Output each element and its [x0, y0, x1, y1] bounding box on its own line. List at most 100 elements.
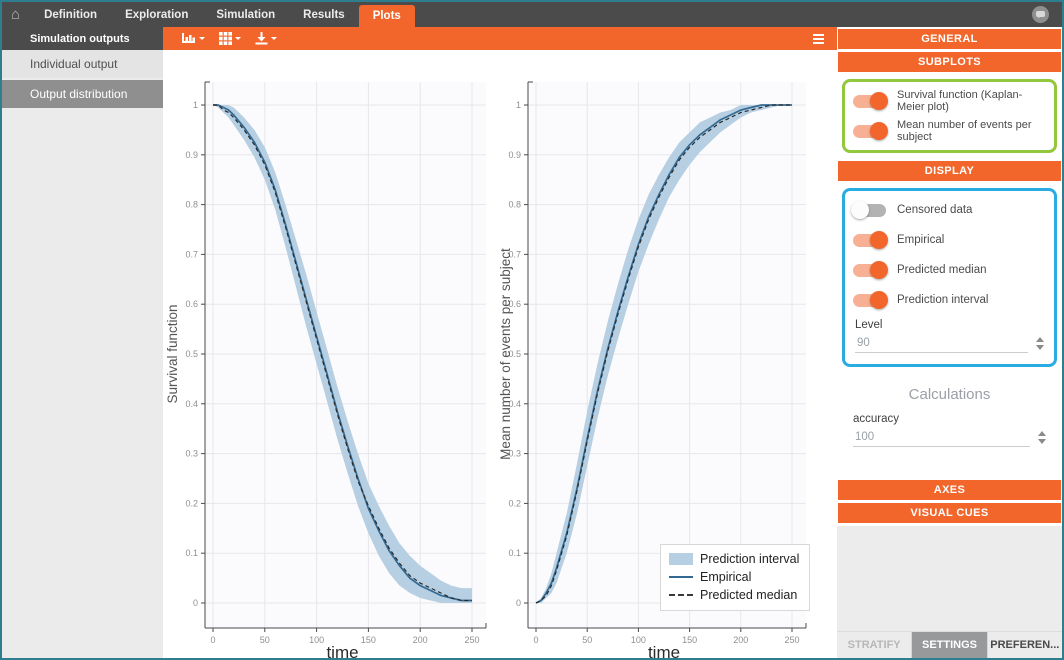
empirical-toggle[interactable]: [853, 234, 886, 247]
stepper-down-icon[interactable]: [1038, 439, 1046, 448]
toggle-label: Prediction interval: [897, 294, 988, 306]
svg-text:250: 250: [784, 635, 799, 645]
svg-text:0.4: 0.4: [185, 399, 198, 409]
predicted-median-swatch: [669, 594, 693, 596]
stepper-up-icon[interactable]: [1038, 427, 1046, 436]
level-input[interactable]: [855, 334, 1028, 353]
preferences-button[interactable]: PREFEREN...: [987, 632, 1062, 658]
chevron-down-icon: [271, 37, 277, 43]
prediction-interval-swatch: [669, 553, 693, 565]
accuracy-field-row: [853, 427, 1046, 448]
svg-text:0: 0: [533, 635, 538, 645]
sidebar-item-label: Individual output: [30, 57, 117, 71]
layout-grid-dropdown[interactable]: [215, 30, 245, 47]
level-label: Level: [855, 319, 1044, 331]
survival-plot[interactable]: 00.10.20.30.40.50.60.70.80.9105010015020…: [163, 50, 500, 658]
legend-label: Empirical: [700, 570, 751, 584]
level-stepper[interactable]: [1036, 333, 1044, 354]
prediction-interval-toggle[interactable]: [853, 294, 886, 307]
section-header-visual-cues[interactable]: VISUAL CUES: [838, 503, 1061, 523]
plot-legend: Prediction interval Empirical Predicted …: [660, 544, 810, 611]
stratify-button[interactable]: STRATIFY: [837, 632, 911, 658]
settings-button[interactable]: SETTINGS: [911, 632, 986, 658]
svg-text:0.1: 0.1: [185, 548, 198, 558]
sidebar-item-individual-output[interactable]: Individual output: [2, 50, 163, 78]
svg-text:0.6: 0.6: [185, 299, 198, 309]
top-nav-bar: ⌂ Definition Exploration Simulation Resu…: [2, 2, 1062, 27]
toggle-label: Survival function (Kaplan-Meier plot): [897, 89, 1046, 113]
svg-text:0.8: 0.8: [185, 200, 198, 210]
section-header-general[interactable]: GENERAL: [838, 29, 1061, 49]
chevron-down-icon: [199, 37, 205, 43]
chart-type-dropdown[interactable]: [177, 30, 209, 47]
svg-text:0: 0: [210, 635, 215, 645]
display-group: Censored data Empirical Predicted median…: [842, 188, 1057, 367]
svg-text:0.3: 0.3: [185, 449, 198, 459]
accuracy-input[interactable]: [853, 428, 1030, 447]
tab-results[interactable]: Results: [289, 2, 359, 27]
hamburger-menu-icon[interactable]: [810, 31, 827, 47]
legend-label: Predicted median: [700, 588, 797, 602]
predicted-median-toggle[interactable]: [853, 264, 886, 277]
svg-text:1: 1: [193, 100, 198, 110]
toggle-label: Predicted median: [897, 264, 987, 276]
svg-text:50: 50: [582, 635, 592, 645]
survival-function-toggle[interactable]: [853, 95, 886, 108]
level-field-row: [855, 333, 1044, 354]
stepper-down-icon[interactable]: [1036, 345, 1044, 354]
feedback-bubble-icon[interactable]: [1032, 6, 1049, 23]
svg-text:200: 200: [413, 635, 428, 645]
toggle-row-prediction-interval: Prediction interval: [853, 285, 1046, 315]
svg-text:100: 100: [309, 635, 324, 645]
svg-text:0.1: 0.1: [508, 548, 521, 558]
svg-text:1: 1: [516, 100, 521, 110]
tab-exploration[interactable]: Exploration: [111, 2, 202, 27]
svg-text:150: 150: [361, 635, 376, 645]
toggle-label: Mean number of events per subject: [897, 119, 1046, 143]
legend-item-empirical: Empirical: [669, 568, 799, 586]
chevron-down-icon: [235, 37, 241, 43]
panel-footer: STRATIFY SETTINGS PREFEREN...: [837, 631, 1062, 658]
accuracy-stepper[interactable]: [1038, 427, 1046, 448]
censored-data-toggle[interactable]: [853, 204, 886, 217]
sidebar-header: Simulation outputs: [2, 27, 163, 50]
section-header-subplots[interactable]: SUBPLOTS: [838, 52, 1061, 72]
section-header-axes[interactable]: AXES: [838, 480, 1061, 500]
export-dropdown[interactable]: [251, 30, 281, 47]
svg-text:time: time: [648, 643, 680, 658]
toggle-label: Censored data: [897, 204, 972, 216]
empirical-line-swatch: [669, 576, 693, 578]
svg-text:0.5: 0.5: [185, 349, 198, 359]
subplots-group: Survival function (Kaplan-Meier plot) Me…: [842, 79, 1057, 153]
tab-definition[interactable]: Definition: [30, 2, 111, 27]
mean-events-toggle[interactable]: [853, 125, 886, 138]
accuracy-label: accuracy: [853, 413, 1046, 425]
plot-canvas: 00.10.20.30.40.50.60.70.80.9105010015020…: [163, 50, 837, 658]
legend-item-predicted-median: Predicted median: [669, 586, 799, 604]
tab-simulation[interactable]: Simulation: [202, 2, 289, 27]
settings-panel: GENERAL SUBPLOTS Survival function (Kapl…: [837, 27, 1062, 658]
panel-filler: [837, 526, 1062, 631]
svg-text:150: 150: [682, 635, 697, 645]
toggle-row-survival-function: Survival function (Kaplan-Meier plot): [853, 86, 1046, 116]
svg-text:0.8: 0.8: [508, 200, 521, 210]
legend-item-prediction-interval: Prediction interval: [669, 550, 799, 568]
svg-text:100: 100: [631, 635, 646, 645]
section-header-display[interactable]: DISPLAY: [838, 161, 1061, 181]
sidebar-item-output-distribution[interactable]: Output distribution: [2, 80, 163, 108]
survival-plot-svg[interactable]: 00.10.20.30.40.50.60.70.80.9105010015020…: [163, 50, 500, 658]
plot-toolbar: [163, 27, 837, 50]
svg-text:time: time: [326, 643, 358, 658]
chart-type-icon: [181, 32, 196, 45]
svg-text:0.9: 0.9: [508, 150, 521, 160]
mean-events-plot[interactable]: 00.10.20.30.40.50.60.70.80.9105010015020…: [500, 50, 837, 658]
svg-text:0: 0: [193, 598, 198, 608]
app-window: ⌂ Definition Exploration Simulation Resu…: [0, 0, 1064, 660]
svg-text:0: 0: [516, 598, 521, 608]
sidebar-header-label: Simulation outputs: [30, 33, 130, 45]
export-icon: [255, 32, 268, 45]
home-icon[interactable]: ⌂: [11, 7, 20, 22]
tab-plots[interactable]: Plots: [359, 5, 415, 27]
svg-text:200: 200: [733, 635, 748, 645]
stepper-up-icon[interactable]: [1036, 333, 1044, 342]
